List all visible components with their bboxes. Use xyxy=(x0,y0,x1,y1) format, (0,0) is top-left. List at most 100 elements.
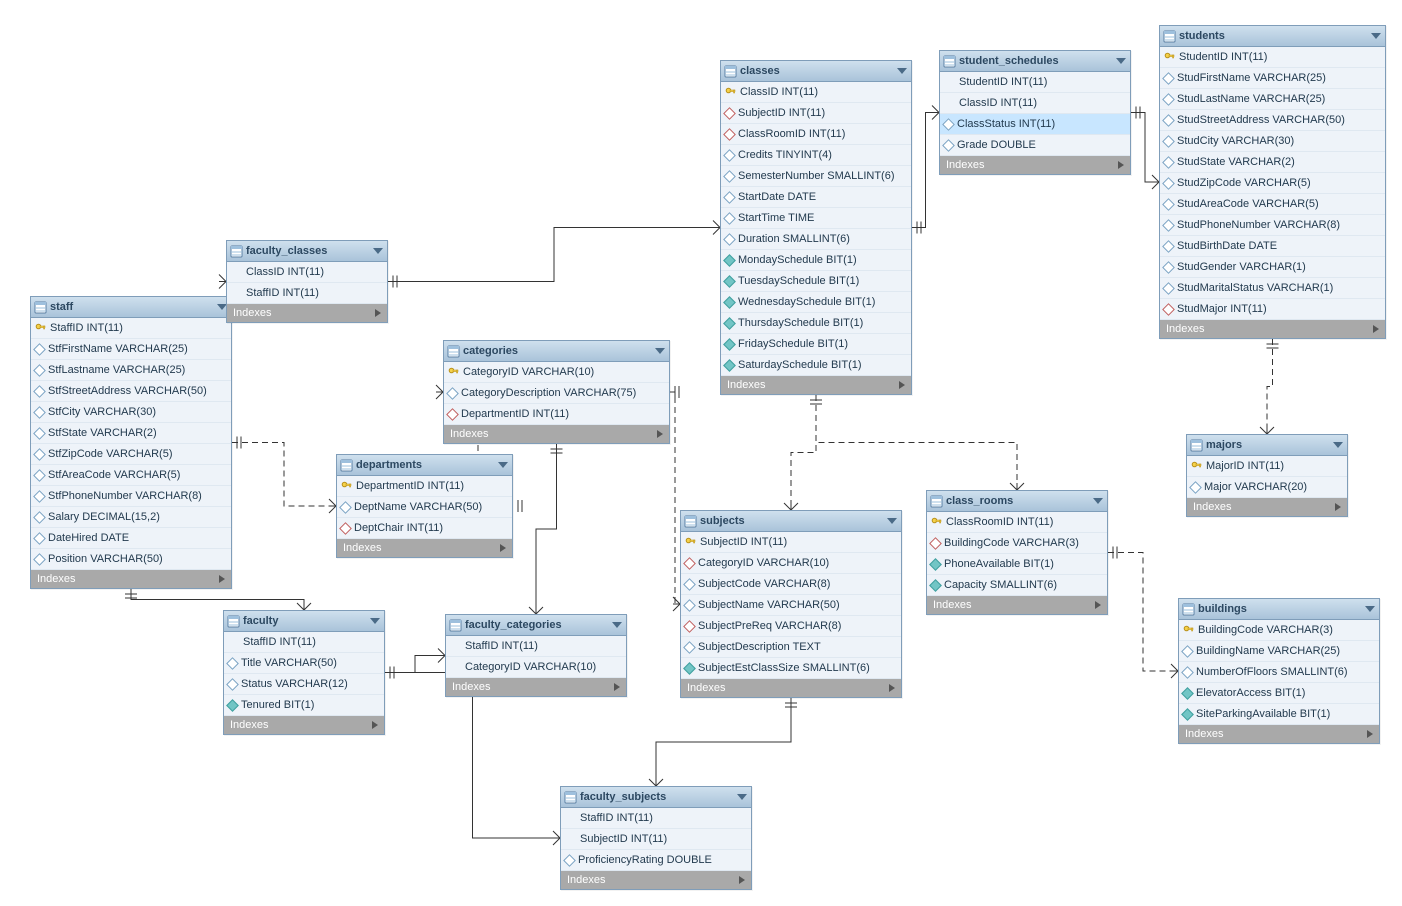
column[interactable]: StudLastName VARCHAR(25) xyxy=(1160,89,1385,110)
column[interactable]: StudAreaCode VARCHAR(5) xyxy=(1160,194,1385,215)
indexes-section[interactable]: Indexes xyxy=(446,678,626,696)
column[interactable]: Major VARCHAR(20) xyxy=(1187,477,1347,498)
table-classes[interactable]: classesClassID INT(11)SubjectID INT(11)C… xyxy=(720,60,912,395)
column[interactable]: ClassID INT(11) xyxy=(721,82,911,103)
collapse-icon[interactable] xyxy=(1371,33,1381,39)
column[interactable]: StaffID INT(11) xyxy=(31,318,231,339)
table-majors[interactable]: majorsMajorID INT(11)Major VARCHAR(20)In… xyxy=(1186,434,1348,517)
column[interactable]: NumberOfFloors SMALLINT(6) xyxy=(1179,662,1379,683)
table-students[interactable]: studentsStudentID INT(11)StudFirstName V… xyxy=(1159,25,1386,339)
column[interactable]: Tenured BIT(1) xyxy=(224,695,384,716)
column[interactable]: SubjectName VARCHAR(50) xyxy=(681,595,901,616)
expand-icon[interactable] xyxy=(1367,730,1373,738)
table-header[interactable]: student_schedules xyxy=(940,51,1130,72)
table-departments[interactable]: departmentsDepartmentID INT(11)DeptName … xyxy=(336,454,513,558)
column[interactable]: MajorID INT(11) xyxy=(1187,456,1347,477)
column[interactable]: StudState VARCHAR(2) xyxy=(1160,152,1385,173)
column[interactable]: CategoryID VARCHAR(10) xyxy=(444,362,669,383)
expand-icon[interactable] xyxy=(1373,325,1379,333)
table-header[interactable]: faculty_subjects xyxy=(561,787,751,808)
column[interactable]: Position VARCHAR(50) xyxy=(31,549,231,570)
column[interactable]: StaffID INT(11) xyxy=(561,808,751,829)
table-header[interactable]: faculty_categories xyxy=(446,615,626,636)
table-header[interactable]: classes xyxy=(721,61,911,82)
column[interactable]: StaffID INT(11) xyxy=(446,636,626,657)
indexes-section[interactable]: Indexes xyxy=(721,376,911,394)
column[interactable]: ClassID INT(11) xyxy=(940,93,1130,114)
collapse-icon[interactable] xyxy=(737,794,747,800)
table-faculty_classes[interactable]: faculty_classesClassID INT(11)StaffID IN… xyxy=(226,240,388,323)
column[interactable]: SubjectEstClassSize SMALLINT(6) xyxy=(681,658,901,679)
collapse-icon[interactable] xyxy=(655,348,665,354)
indexes-section[interactable]: Indexes xyxy=(1179,725,1379,743)
indexes-section[interactable]: Indexes xyxy=(337,539,512,557)
column[interactable]: Title VARCHAR(50) xyxy=(224,653,384,674)
column[interactable]: ClassRoomID INT(11) xyxy=(927,512,1107,533)
column[interactable]: ThursdaySchedule BIT(1) xyxy=(721,313,911,334)
table-header[interactable]: majors xyxy=(1187,435,1347,456)
expand-icon[interactable] xyxy=(657,430,663,438)
table-faculty_categories[interactable]: faculty_categoriesStaffID INT(11)Categor… xyxy=(445,614,627,697)
expand-icon[interactable] xyxy=(219,575,225,583)
column[interactable]: TuesdaySchedule BIT(1) xyxy=(721,271,911,292)
table-class_rooms[interactable]: class_roomsClassRoomID INT(11)BuildingCo… xyxy=(926,490,1108,615)
column[interactable]: SiteParkingAvailable BIT(1) xyxy=(1179,704,1379,725)
column[interactable]: SubjectDescription TEXT xyxy=(681,637,901,658)
column[interactable]: Status VARCHAR(12) xyxy=(224,674,384,695)
table-header[interactable]: students xyxy=(1160,26,1385,47)
column[interactable]: FridaySchedule BIT(1) xyxy=(721,334,911,355)
expand-icon[interactable] xyxy=(500,544,506,552)
collapse-icon[interactable] xyxy=(887,518,897,524)
column[interactable]: ElevatorAccess BIT(1) xyxy=(1179,683,1379,704)
table-header[interactable]: faculty xyxy=(224,611,384,632)
column[interactable]: SubjectID INT(11) xyxy=(681,532,901,553)
table-header[interactable]: buildings xyxy=(1179,599,1379,620)
expand-icon[interactable] xyxy=(899,381,905,389)
table-header[interactable]: staff xyxy=(31,297,231,318)
collapse-icon[interactable] xyxy=(1093,498,1103,504)
table-faculty[interactable]: facultyStaffID INT(11)Title VARCHAR(50)S… xyxy=(223,610,385,735)
table-categories[interactable]: categoriesCategoryID VARCHAR(10)Category… xyxy=(443,340,670,444)
column[interactable]: StudBirthDate DATE xyxy=(1160,236,1385,257)
column[interactable]: StudentID INT(11) xyxy=(1160,47,1385,68)
column[interactable]: CategoryID VARCHAR(10) xyxy=(446,657,626,678)
column[interactable]: WednesdaySchedule BIT(1) xyxy=(721,292,911,313)
indexes-section[interactable]: Indexes xyxy=(561,871,751,889)
column[interactable]: StudMajor INT(11) xyxy=(1160,299,1385,320)
column[interactable]: StfZipCode VARCHAR(5) xyxy=(31,444,231,465)
column[interactable]: StfLastname VARCHAR(25) xyxy=(31,360,231,381)
column[interactable]: Salary DECIMAL(15,2) xyxy=(31,507,231,528)
column[interactable]: StfFirstName VARCHAR(25) xyxy=(31,339,231,360)
column[interactable]: ClassRoomID INT(11) xyxy=(721,124,911,145)
indexes-section[interactable]: Indexes xyxy=(224,716,384,734)
expand-icon[interactable] xyxy=(614,683,620,691)
column[interactable]: CategoryDescription VARCHAR(75) xyxy=(444,383,669,404)
indexes-section[interactable]: Indexes xyxy=(1187,498,1347,516)
column[interactable]: DepartmentID INT(11) xyxy=(444,404,669,425)
column[interactable]: CategoryID VARCHAR(10) xyxy=(681,553,901,574)
expand-icon[interactable] xyxy=(739,876,745,884)
column[interactable]: SubjectID INT(11) xyxy=(721,103,911,124)
column[interactable]: StudentID INT(11) xyxy=(940,72,1130,93)
column[interactable]: StaffID INT(11) xyxy=(227,283,387,304)
column[interactable]: StudFirstName VARCHAR(25) xyxy=(1160,68,1385,89)
table-buildings[interactable]: buildingsBuildingCode VARCHAR(3)Building… xyxy=(1178,598,1380,744)
column[interactable]: Grade DOUBLE xyxy=(940,135,1130,156)
column[interactable]: BuildingName VARCHAR(25) xyxy=(1179,641,1379,662)
table-header[interactable]: departments xyxy=(337,455,512,476)
column[interactable]: StfState VARCHAR(2) xyxy=(31,423,231,444)
column[interactable]: StudStreetAddress VARCHAR(50) xyxy=(1160,110,1385,131)
indexes-section[interactable]: Indexes xyxy=(681,679,901,697)
column[interactable]: DeptChair INT(11) xyxy=(337,518,512,539)
table-faculty_subjects[interactable]: faculty_subjectsStaffID INT(11)SubjectID… xyxy=(560,786,752,890)
indexes-section[interactable]: Indexes xyxy=(1160,320,1385,338)
column[interactable]: StartTime TIME xyxy=(721,208,911,229)
collapse-icon[interactable] xyxy=(897,68,907,74)
column[interactable]: StaffID INT(11) xyxy=(224,632,384,653)
table-header[interactable]: categories xyxy=(444,341,669,362)
collapse-icon[interactable] xyxy=(373,248,383,254)
collapse-icon[interactable] xyxy=(612,622,622,628)
collapse-icon[interactable] xyxy=(1116,58,1126,64)
indexes-section[interactable]: Indexes xyxy=(927,596,1107,614)
collapse-icon[interactable] xyxy=(1333,442,1343,448)
